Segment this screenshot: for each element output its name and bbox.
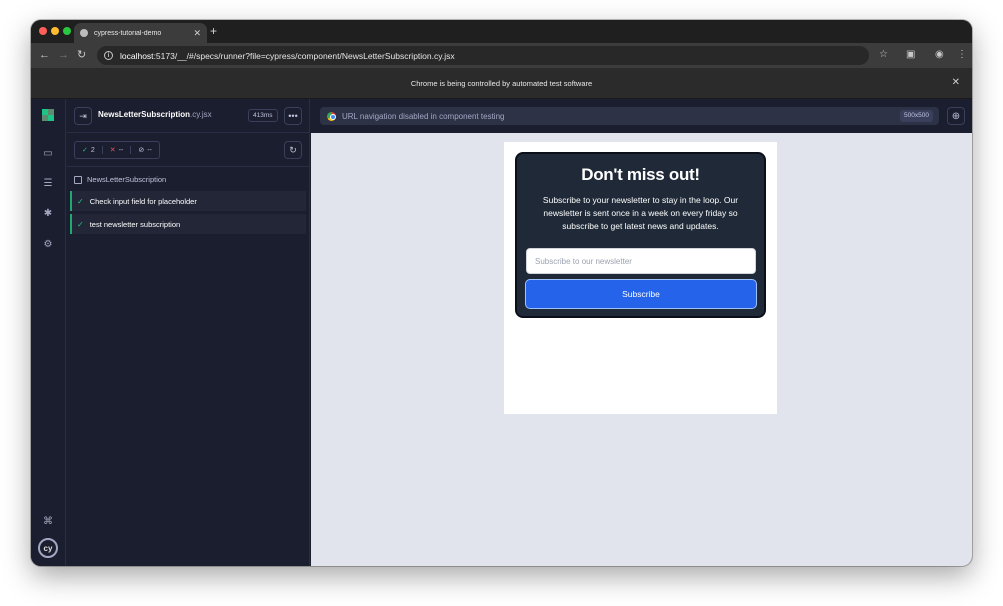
settings-icon[interactable]: ⚙ xyxy=(41,237,55,251)
test-row[interactable]: ✓ test newsletter subscription xyxy=(70,214,306,234)
url-message: URL navigation disabled in component tes… xyxy=(342,111,505,121)
star-icon[interactable]: ☆ xyxy=(879,48,888,62)
suite-icon xyxy=(74,175,82,184)
debug-icon[interactable]: ✱ xyxy=(41,206,55,220)
check-icon: ✓ xyxy=(77,196,84,206)
close-window-icon[interactable] xyxy=(39,27,47,35)
test-title: Check input field for placeholder xyxy=(89,196,197,206)
browser-window: cypress-tutorial-demo ✕ + ← → ↻ i localh… xyxy=(31,20,972,566)
preview-area: URL navigation disabled in component tes… xyxy=(311,99,972,566)
tab-search-icon[interactable]: ▣ xyxy=(906,48,915,62)
favicon-icon xyxy=(80,29,88,37)
check-icon: ✓ xyxy=(77,219,84,229)
pending-stat[interactable]: ⊘ -- xyxy=(130,146,159,154)
tab-strip: cypress-tutorial-demo ✕ + xyxy=(31,20,972,43)
reload-icon[interactable]: ↻ xyxy=(77,48,86,62)
preview-url-bar: URL navigation disabled in component tes… xyxy=(320,107,939,125)
side-nav: ▭ ☰ ✱ ⚙ ⌘ cy xyxy=(31,99,66,566)
info-icon[interactable]: i xyxy=(104,51,113,60)
passed-stat[interactable]: ✓ 2 xyxy=(75,146,102,155)
card-title: Don't miss out! xyxy=(581,165,700,184)
keyboard-shortcuts-icon[interactable]: ⌘ xyxy=(41,514,55,528)
duration-badge: 413ms xyxy=(248,109,278,122)
browser-tab[interactable]: cypress-tutorial-demo ✕ xyxy=(74,23,207,43)
card-description: Subscribe to your newsletter to stay in … xyxy=(542,195,739,231)
preview-header: URL navigation disabled in component tes… xyxy=(311,99,972,133)
profile-icon[interactable]: ◉ xyxy=(935,48,944,62)
browser-toolbar: ← → ↻ i localhost:5173/__/#/specs/runner… xyxy=(31,43,972,68)
more-vert-icon[interactable]: ⋮ xyxy=(957,48,967,62)
failed-stat[interactable]: ✕ -- xyxy=(101,146,131,154)
pending-icon: ⊘ xyxy=(138,147,145,154)
runs-icon[interactable]: ☰ xyxy=(41,176,55,190)
reporter-header: ⇥ NewsLetterSubscription.cy.jsx 413ms ••… xyxy=(67,99,310,133)
subscribe-button[interactable]: Subscribe xyxy=(525,279,757,309)
ellipsis-icon[interactable]: ••• xyxy=(284,107,302,125)
close-icon[interactable]: ✕ xyxy=(952,77,960,88)
newsletter-input[interactable] xyxy=(526,248,756,274)
selector-playground-icon[interactable]: ⊕ xyxy=(947,107,965,125)
test-row[interactable]: ✓ Check input field for placeholder xyxy=(70,191,306,211)
rerun-icon[interactable]: ↻ xyxy=(284,141,302,159)
address-bar[interactable]: i localhost:5173/__/#/specs/runner?file=… xyxy=(97,46,869,65)
toggle-reporter-icon[interactable]: ⇥ xyxy=(74,107,92,125)
specs-icon[interactable]: ▭ xyxy=(41,146,55,160)
stats-box: ✓ 2 ✕ -- ⊘ -- xyxy=(74,141,160,159)
maximize-window-icon[interactable] xyxy=(63,27,71,35)
plus-icon[interactable]: + xyxy=(210,24,217,38)
viewport-badge[interactable]: 500x500 xyxy=(900,110,933,122)
automation-infobar: Chrome is being controlled by automated … xyxy=(31,68,972,99)
url-text: localhost:5173/__/#/specs/runner?file=cy… xyxy=(120,50,455,61)
forward-arrow-icon[interactable]: → xyxy=(58,48,69,62)
tab-title: cypress-tutorial-demo xyxy=(94,29,162,37)
back-arrow-icon[interactable]: ← xyxy=(39,48,50,62)
cypress-logo-icon[interactable] xyxy=(42,109,54,121)
component-viewport: Don't miss out! Subscribe to your newsle… xyxy=(504,142,777,414)
close-icon[interactable]: ✕ xyxy=(193,28,201,39)
cypress-app: ▭ ☰ ✱ ⚙ ⌘ cy ⇥ NewsLetterSubscription.cy… xyxy=(31,99,972,566)
check-icon: ✓ xyxy=(82,147,88,154)
minimize-window-icon[interactable] xyxy=(51,27,59,35)
test-title: test newsletter subscription xyxy=(89,219,181,229)
chrome-icon xyxy=(327,111,336,121)
spec-name: NewsLetterSubscription.cy.jsx xyxy=(98,110,212,119)
newsletter-card: Don't miss out! Subscribe to your newsle… xyxy=(515,152,766,318)
stats-row: ✓ 2 ✕ -- ⊘ -- ↻ xyxy=(67,133,310,167)
cy-logo-icon[interactable]: cy xyxy=(38,538,58,558)
automation-notice: Chrome is being controlled by automated … xyxy=(410,78,593,88)
fail-icon: ✕ xyxy=(109,147,116,154)
reporter-panel: ⇥ NewsLetterSubscription.cy.jsx 413ms ••… xyxy=(67,99,310,566)
suite-title[interactable]: NewsLetterSubscription xyxy=(74,175,166,184)
